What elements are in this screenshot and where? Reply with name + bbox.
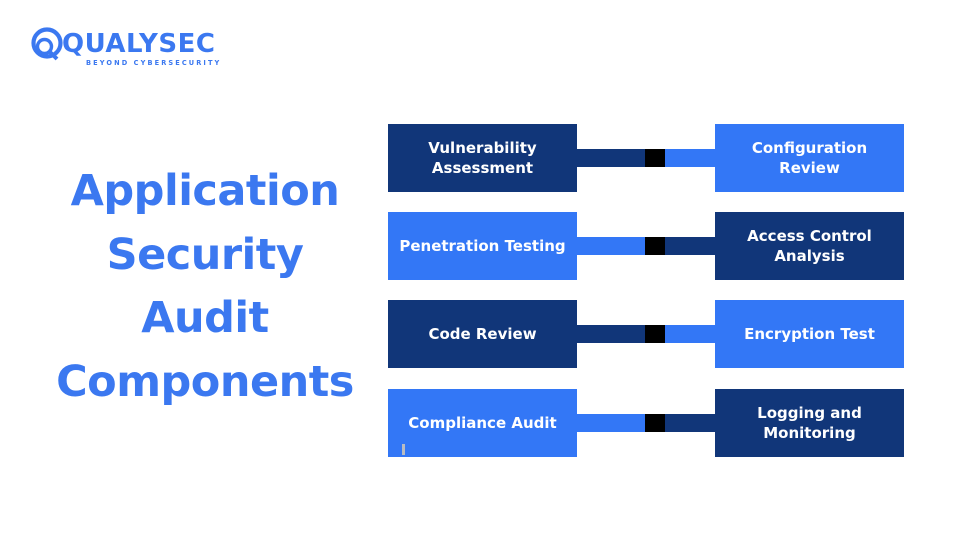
component-label: Vulnerability Assessment	[428, 138, 537, 177]
component-node-configuration-review[interactable]: Configuration Review	[715, 124, 904, 192]
diagram-row: Penetration Testing Access Control Analy…	[388, 212, 904, 280]
logo-mark-icon: QUALYSEC BEYOND CYBERSECURITY	[31, 27, 221, 67]
page-title-line-4: Components	[56, 356, 354, 407]
component-label: Compliance Audit	[408, 413, 557, 432]
connector-bar-right	[665, 149, 715, 167]
logo-wordmark: QUALYSEC	[62, 29, 215, 59]
component-label: Encryption Test	[744, 324, 875, 343]
diagram-row: Code Review Encryption Test	[388, 300, 904, 368]
page-title-line-3: Audit	[141, 293, 269, 344]
connector-knot	[645, 414, 665, 432]
audit-components-diagram: Vulnerability Assessment Configuration R…	[388, 124, 904, 457]
component-node-encryption-test[interactable]: Encryption Test	[715, 300, 904, 368]
component-node-code-review[interactable]: Code Review	[388, 300, 577, 368]
component-label: Access Control Analysis	[747, 226, 872, 265]
logo-tagline: BEYOND CYBERSECURITY	[86, 59, 221, 67]
connector-knot	[645, 149, 665, 167]
diagram-row: Vulnerability Assessment Configuration R…	[388, 124, 904, 192]
text-caret-artifact	[402, 444, 405, 455]
connector-bar-right	[665, 325, 715, 343]
connector-bar-left	[577, 414, 645, 432]
page-title: Application Security Audit Components	[30, 160, 380, 415]
component-node-vulnerability-assessment[interactable]: Vulnerability Assessment	[388, 124, 577, 192]
component-label: Code Review	[428, 324, 537, 343]
page-title-line-2: Security	[106, 229, 304, 280]
component-node-compliance-audit[interactable]: Compliance Audit	[388, 389, 577, 457]
component-label: Penetration Testing	[399, 236, 566, 255]
component-label: Configuration Review	[751, 138, 868, 177]
qualysec-logo: QUALYSEC BEYOND CYBERSECURITY	[26, 24, 226, 72]
connector-bar-right	[665, 237, 715, 255]
connector-bar-left	[577, 325, 645, 343]
component-node-penetration-testing[interactable]: Penetration Testing	[388, 212, 577, 280]
page-title-line-1: Application	[70, 166, 340, 216]
component-node-logging-and-monitoring[interactable]: Logging and Monitoring	[715, 389, 904, 457]
connector-bar-left	[577, 237, 645, 255]
connector-bar-right	[665, 414, 715, 432]
component-node-access-control-analysis[interactable]: Access Control Analysis	[715, 212, 904, 280]
connector-knot	[645, 325, 665, 343]
component-label: Logging and Monitoring	[757, 403, 862, 442]
diagram-row: Compliance Audit Logging and Monitoring	[388, 389, 904, 457]
connector-knot	[645, 237, 665, 255]
connector-bar-left	[577, 149, 645, 167]
